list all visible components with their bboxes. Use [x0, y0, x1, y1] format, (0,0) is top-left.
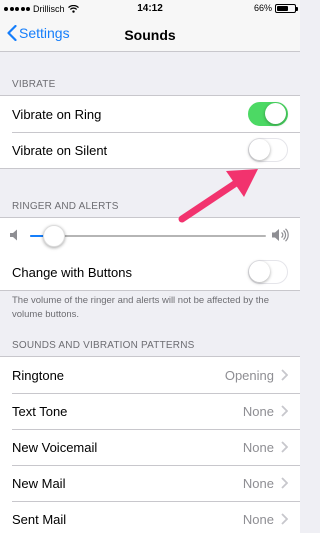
row-value: None	[242, 511, 274, 527]
vibrate-on-silent-toggle[interactable]	[248, 138, 288, 162]
section-header-patterns: SOUNDS AND VIBRATION PATTERNS	[12, 340, 195, 351]
battery-area: 66%	[253, 3, 298, 13]
speaker-low-icon	[10, 229, 17, 241]
section-header-ringer: RINGER AND ALERTS	[12, 201, 119, 212]
vibrate-group: Vibrate on Ring Vibrate on Silent	[0, 95, 300, 169]
row-label: Vibrate on Silent	[12, 142, 108, 158]
section-header-vibrate: VIBRATE	[12, 79, 56, 90]
battery-icon	[275, 3, 298, 13]
page-title: Sounds	[124, 27, 176, 43]
row-value: None	[242, 475, 274, 491]
list-item-text-tone[interactable]: Text Tone None	[0, 393, 300, 429]
change-with-buttons-row: Change with Buttons	[0, 254, 300, 290]
chevron-right-icon	[281, 369, 288, 381]
list-item-new-voicemail[interactable]: New Voicemail None	[0, 429, 300, 465]
toggle-knob	[249, 261, 270, 282]
row-label: Change with Buttons	[12, 264, 132, 280]
row-label: Vibrate on Ring	[12, 106, 102, 122]
battery-fill	[277, 5, 289, 11]
row-label: Ringtone	[12, 367, 65, 383]
chevron-right-icon	[281, 405, 288, 417]
list-item-ringtone[interactable]: Ringtone Opening	[0, 357, 300, 393]
chevron-right-icon	[281, 513, 288, 525]
status-bar: Drillisch 14:12 66%	[0, 0, 300, 18]
navigation-bar: Settings Sounds	[0, 18, 300, 52]
ringer-group: Change with Buttons	[0, 217, 300, 291]
row-label: New Mail	[12, 475, 66, 491]
row-value: Opening	[224, 367, 274, 383]
row-label: Sent Mail	[12, 511, 67, 527]
volume-slider-thumb[interactable]	[42, 225, 65, 247]
chevron-right-icon	[281, 477, 288, 489]
battery-percent: 66%	[253, 3, 272, 13]
change-with-buttons-toggle[interactable]	[248, 260, 288, 284]
list-item-sent-mail[interactable]: Sent Mail None	[0, 501, 300, 533]
list-item-new-mail[interactable]: New Mail None	[0, 465, 300, 501]
vibrate-on-silent-row: Vibrate on Silent	[0, 132, 300, 168]
row-label: New Voicemail	[12, 439, 98, 455]
speaker-high-icon	[272, 228, 289, 242]
chevron-right-icon	[281, 441, 288, 453]
ringer-footer-note: The volume of the ringer and alerts will…	[12, 295, 270, 320]
toggle-knob	[249, 139, 270, 160]
row-value: None	[242, 403, 274, 419]
vibrate-on-ring-toggle[interactable]	[248, 102, 288, 126]
annotation-arrow-icon	[178, 169, 258, 223]
row-label: Text Tone	[12, 403, 68, 419]
row-value: None	[242, 439, 274, 455]
vibrate-on-ring-row: Vibrate on Ring	[0, 96, 300, 132]
volume-track[interactable]	[30, 225, 266, 247]
toggle-knob	[265, 103, 286, 124]
patterns-group: Ringtone Opening Text Tone None New Voic…	[0, 356, 300, 533]
